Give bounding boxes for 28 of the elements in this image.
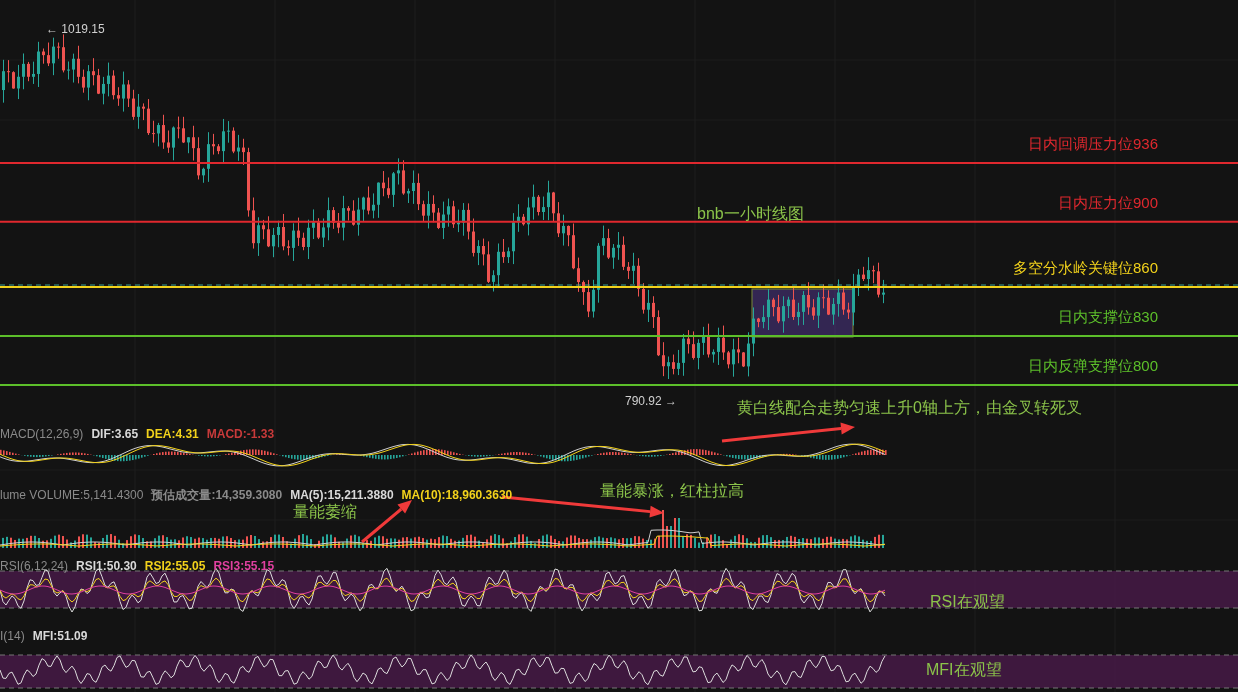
indicator-value: RSI3:55.15 <box>213 558 275 575</box>
low-price-marker: 790.92 → <box>625 393 678 410</box>
indicator-value: I(14) <box>0 628 25 645</box>
annotation-text: MFI在观望 <box>926 660 1002 680</box>
high-price-marker: ← 1019.15 <box>46 21 105 38</box>
annotation-text: 黄白线配合走势匀速上升0轴上方，由金叉转死叉 <box>737 398 1082 418</box>
indicator-value: MFI:51.09 <box>32 628 88 645</box>
indicator-value: DEA:4.31 <box>146 426 199 443</box>
indicator-value: RSI(6,12,24) <box>0 558 69 575</box>
annotation-arrow <box>361 500 412 544</box>
indicator-value: MACD:-1.33 <box>206 426 275 443</box>
indicator-value: MA(10):18,960.3630 <box>401 487 513 504</box>
indicator-value: RSI2:55.05 <box>144 558 206 575</box>
price-level-label: 日内回调压力位936 <box>1027 134 1158 155</box>
indicator-value: lume VOLUME:5,141.4300 <box>0 487 144 504</box>
annotation-text: 量能暴涨，红柱拉高 <box>600 481 744 501</box>
annotation-text: 量能萎缩 <box>293 502 357 522</box>
price-level-label: 多空分水岭关键位860 <box>1012 258 1158 279</box>
price-level-label: 日内反弹支撑位800 <box>1027 356 1158 376</box>
indicator-value: MA(5):15,211.3880 <box>290 487 394 503</box>
indicator-value: RSI1:50.30 <box>76 558 137 575</box>
price-level-label: 日内压力位900 <box>1057 192 1158 213</box>
indicator-value: DIF:3.65 <box>91 426 139 443</box>
indicator-value: MACD(12,26,9) <box>0 426 84 443</box>
chart-title: bnb一小时线图 <box>697 204 804 224</box>
indicator-value: 预估成交量:14,359.3080 <box>151 487 283 504</box>
price-level-label: 日内支撑位830 <box>1057 307 1158 328</box>
annotation-text: RSI在观望 <box>930 592 1005 612</box>
